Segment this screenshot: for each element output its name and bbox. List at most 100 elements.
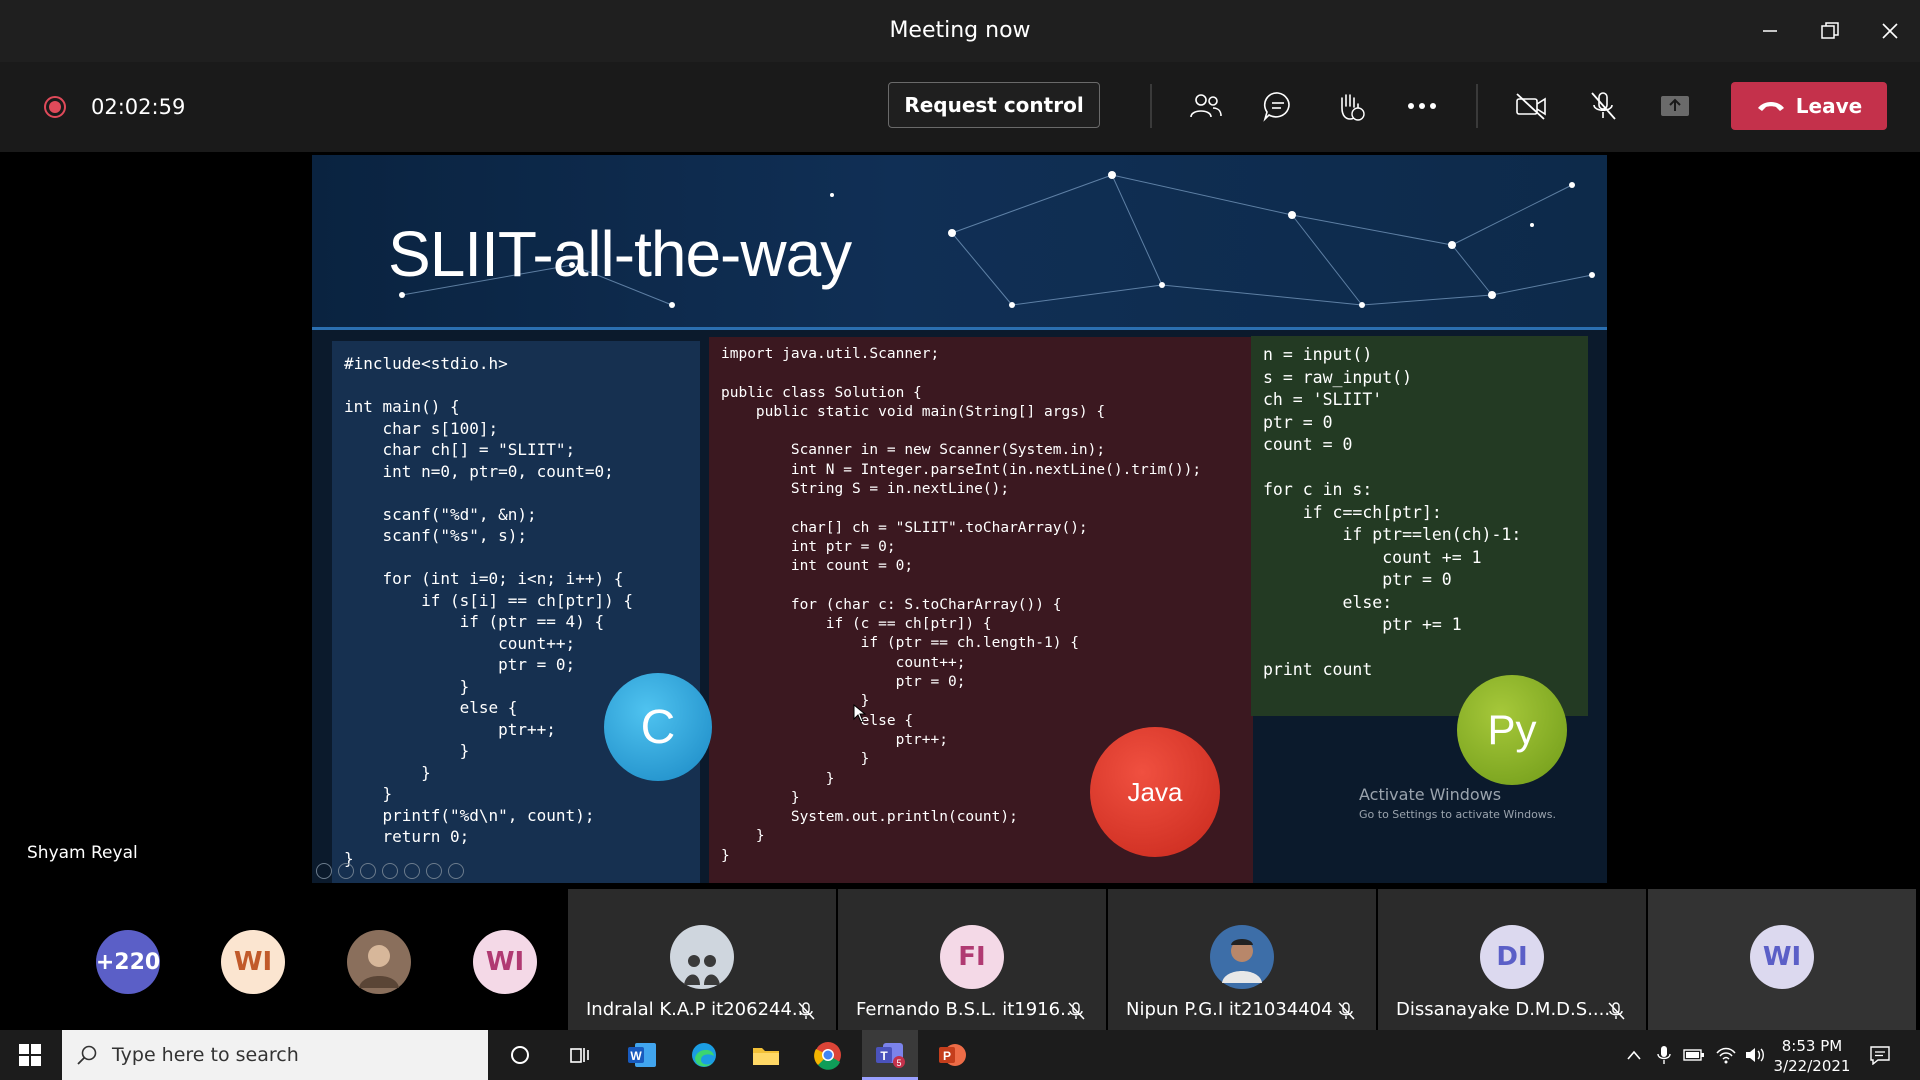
- volume-icon: [1746, 1048, 1764, 1062]
- more-icon: [1408, 103, 1436, 109]
- participant-name: Dissanayake D.M.D.S....: [1396, 999, 1611, 1020]
- title-bar: Meeting now: [0, 0, 1920, 62]
- c-code-block: #include<stdio.h> int main() { char s[10…: [332, 341, 700, 883]
- prev-slide-icon[interactable]: [316, 863, 332, 879]
- watermark-title: Activate Windows: [1359, 785, 1502, 804]
- participant-avatar: [670, 925, 734, 989]
- presentation-slide: SLIIT-all-the-way #include<stdio.h> int …: [312, 155, 1607, 883]
- edge-app-button[interactable]: [676, 1030, 732, 1080]
- network-button[interactable]: [1710, 1030, 1742, 1080]
- slide-controls: [316, 863, 464, 879]
- toolbar-divider: [1476, 84, 1478, 128]
- c-language-badge: C: [604, 673, 712, 781]
- volume-button[interactable]: [1740, 1030, 1770, 1080]
- camera-off-icon: [1516, 93, 1546, 120]
- next-slide-icon[interactable]: [338, 863, 354, 879]
- slide-more-icon[interactable]: [448, 863, 464, 879]
- start-button[interactable]: [2, 1030, 58, 1080]
- participant-avatar[interactable]: [347, 930, 411, 994]
- minimize-icon: [1763, 30, 1777, 32]
- svg-text:5: 5: [896, 1058, 901, 1068]
- share-content-button[interactable]: [1653, 84, 1697, 128]
- clock-date: 3/22/2021: [1773, 1057, 1851, 1075]
- participant-tile[interactable]: Indralal K.A.P it206244...: [568, 889, 836, 1030]
- recording-indicator-icon: [44, 96, 66, 118]
- mic-button[interactable]: [1581, 84, 1625, 128]
- participant-tile[interactable]: DI Dissanayake D.M.D.S....: [1378, 889, 1646, 1030]
- subtitles-icon[interactable]: [426, 863, 442, 879]
- participant-tile[interactable]: WI: [1648, 889, 1916, 1030]
- participant-tile[interactable]: Nipun P.G.I it21034404: [1108, 889, 1376, 1030]
- file-explorer-icon: [753, 1048, 779, 1065]
- mic-muted-icon: [798, 1002, 815, 1020]
- minimize-button[interactable]: [1740, 0, 1800, 62]
- teams-icon: T5: [876, 1042, 905, 1068]
- participant-avatar: FI: [940, 925, 1004, 989]
- camera-button[interactable]: [1509, 84, 1553, 128]
- restore-button[interactable]: [1800, 0, 1860, 62]
- participants-button[interactable]: [1184, 84, 1228, 128]
- raise-hand-icon: [1341, 94, 1365, 121]
- search-icon: [77, 1045, 97, 1065]
- toolbar-divider: [1150, 84, 1152, 128]
- share-tray-icon: [1661, 96, 1689, 116]
- edge-icon: [692, 1043, 716, 1067]
- cortana-button[interactable]: [492, 1030, 548, 1080]
- powerpoint-icon: P: [939, 1044, 966, 1066]
- chat-icon: [1263, 92, 1290, 122]
- participant-name: Fernando B.S.L. it1916...: [856, 999, 1072, 1020]
- svg-text:P: P: [943, 1049, 951, 1063]
- cortana-icon: [511, 1046, 529, 1064]
- file-explorer-button[interactable]: [738, 1030, 794, 1080]
- participant-name: Indralal K.A.P it206244...: [586, 999, 802, 1020]
- mic-muted-icon: [1608, 1002, 1625, 1020]
- slide-title: SLIIT-all-the-way: [388, 218, 852, 290]
- task-view-button[interactable]: [552, 1030, 608, 1080]
- activate-windows-watermark: Activate Windows Go to Settings to activ…: [1359, 785, 1556, 821]
- chat-button[interactable]: [1256, 84, 1300, 128]
- teams-app-button[interactable]: T5: [862, 1030, 918, 1080]
- task-view-icon: [570, 1048, 589, 1063]
- overflow-participants-button[interactable]: +220: [96, 930, 160, 994]
- participant-avatar[interactable]: WI: [473, 930, 537, 994]
- battery-button[interactable]: [1678, 1030, 1710, 1080]
- participant-tile[interactable]: FI Fernando B.S.L. it1916...: [838, 889, 1106, 1030]
- word-app-button[interactable]: W: [614, 1030, 670, 1080]
- participant-name: Nipun P.G.I it21034404: [1126, 999, 1333, 1020]
- close-icon: [1882, 23, 1898, 39]
- pen-icon[interactable]: [360, 863, 376, 879]
- search-placeholder: Type here to search: [112, 1044, 299, 1066]
- notifications-button[interactable]: [1858, 1030, 1902, 1080]
- tray-mic-button[interactable]: [1648, 1030, 1680, 1080]
- taskbar-clock[interactable]: 8:53 PM 3/22/2021: [1767, 1036, 1857, 1076]
- slides-grid-icon[interactable]: [382, 863, 398, 879]
- battery-icon: [1683, 1049, 1704, 1061]
- meeting-timer: 02:02:59: [91, 95, 186, 119]
- taskbar-search-box[interactable]: Type here to search: [62, 1030, 488, 1080]
- participant-avatar: [1210, 925, 1274, 989]
- reactions-button[interactable]: [1328, 84, 1372, 128]
- word-icon: W: [628, 1043, 656, 1067]
- leave-button[interactable]: Leave: [1731, 82, 1887, 130]
- slide-banner: SLIIT-all-the-way: [312, 155, 1607, 330]
- chevron-up-icon: [1627, 1050, 1641, 1060]
- zoom-icon[interactable]: [404, 863, 420, 879]
- watermark-subtitle: Go to Settings to activate Windows.: [1359, 808, 1557, 821]
- mouse-cursor-icon: [853, 704, 867, 723]
- python-language-badge: Py: [1457, 675, 1567, 785]
- powerpoint-app-button[interactable]: P: [924, 1030, 980, 1080]
- presenter-name: Shyam Reyal: [27, 843, 138, 863]
- action-center-icon: [1870, 1046, 1890, 1065]
- chrome-app-button[interactable]: [800, 1030, 856, 1080]
- python-code-block: n = input() s = raw_input() ch = 'SLIIT'…: [1251, 336, 1588, 716]
- phone-hangup-icon: [1757, 102, 1784, 111]
- leave-label: Leave: [1795, 94, 1863, 118]
- request-control-button[interactable]: Request control: [888, 82, 1100, 128]
- more-actions-button[interactable]: [1400, 84, 1444, 128]
- java-language-badge: Java: [1090, 727, 1220, 857]
- participant-avatar[interactable]: WI: [221, 930, 285, 994]
- person-photo-icon: [1210, 925, 1274, 989]
- participant-avatar: DI: [1480, 925, 1544, 989]
- close-button[interactable]: [1860, 0, 1920, 62]
- mic-off-icon: [1591, 92, 1616, 120]
